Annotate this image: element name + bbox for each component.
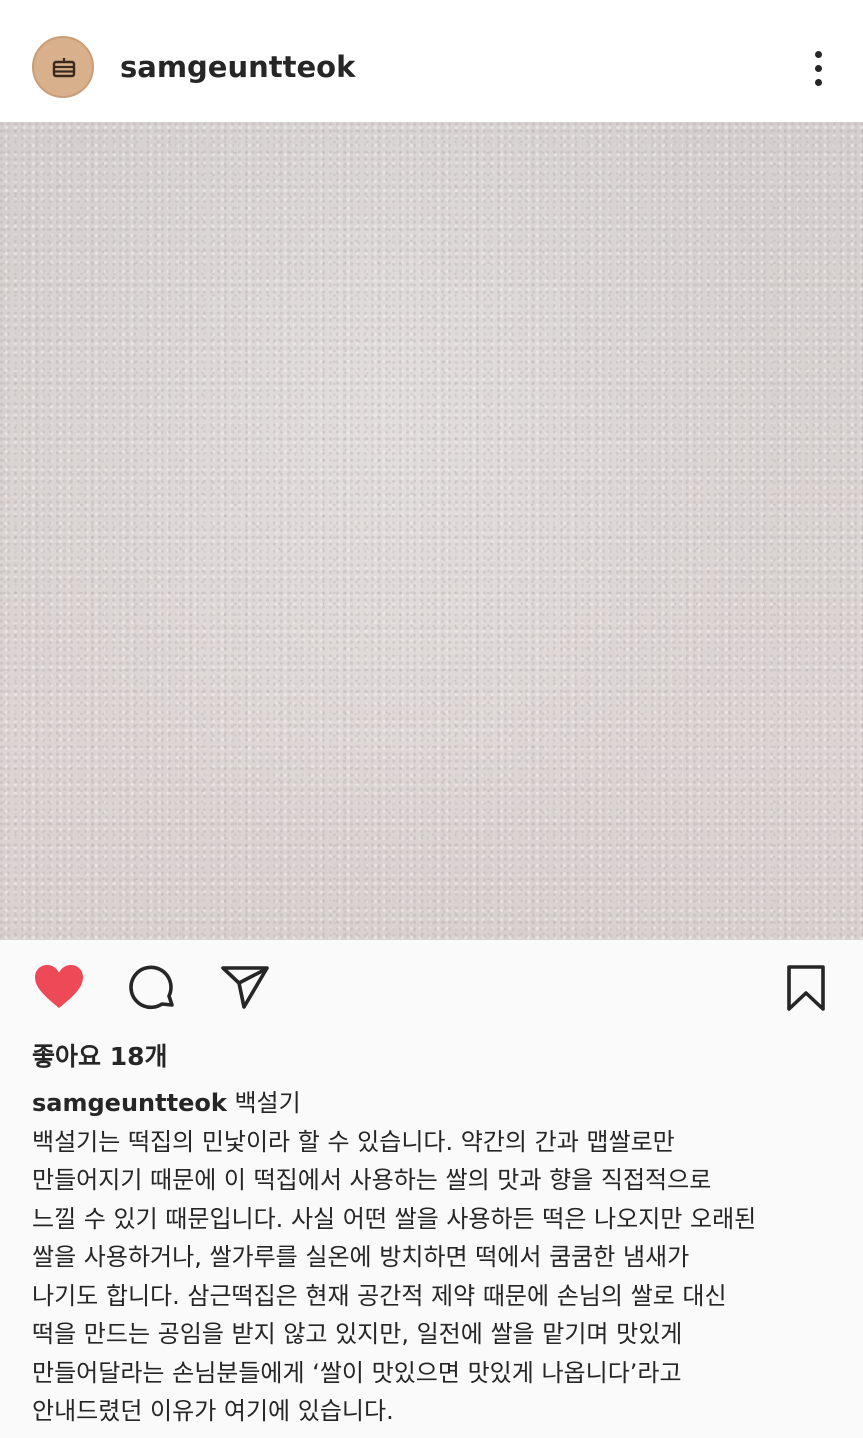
caption-line: 느낄 수 있기 때문입니다. 사실 어떤 쌀을 사용하든 떡은 나오지만 오래된 [32, 1204, 757, 1233]
heart-icon[interactable] [33, 964, 85, 1014]
caption-line: 쌀을 사용하거나, 쌀가루를 실온에 방치하면 떡에서 쿰쿰한 냄새가 [32, 1243, 690, 1271]
caption-line: 떡을 만드는 공임을 받지 않고 있지만, 일전에 쌀을 맡기며 맛있게 [32, 1320, 683, 1348]
post-caption: samgeuntteok 백설기 백설기는 떡집의 민낯이라 할 수 있습니다.… [32, 1084, 842, 1431]
caption-line: 나기도 합니다. 삼근떡집은 현재 공간적 제약 때문에 손님의 쌀로 대신 [32, 1281, 727, 1310]
post-image[interactable] [0, 122, 863, 940]
bookmark-icon[interactable] [784, 964, 828, 1016]
caption-line: 만들어지기 때문에 이 떡집에서 사용하는 쌀의 맛과 향을 직접적으로 [32, 1166, 712, 1194]
caption-header: samgeuntteok 백설기 [32, 1084, 842, 1123]
caption-title: 백설기 [234, 1089, 301, 1117]
caption-line: 백설기는 떡집의 민낯이라 할 수 있습니다. 약간의 간과 맵쌀로만 [32, 1127, 675, 1156]
post-header: samgeuntteok [0, 0, 863, 122]
caption-username[interactable]: samgeuntteok [32, 1089, 227, 1117]
rice-flour-texture [0, 122, 863, 940]
post-action-bar [0, 940, 863, 1030]
send-icon[interactable] [220, 964, 270, 1014]
more-options-icon[interactable] [800, 44, 836, 92]
like-count[interactable]: 좋아요 18개 [32, 1038, 168, 1076]
profile-avatar[interactable] [32, 36, 94, 98]
rice-cake-icon [52, 58, 76, 78]
caption-line: 만들어달라는 손님분들에게 ‘쌀이 맛있으면 맛있게 나옵니다’라고 [32, 1358, 682, 1387]
comment-icon[interactable] [128, 964, 178, 1018]
post-author-username[interactable]: samgeuntteok [120, 46, 355, 88]
caption-line: 안내드렸던 이유가 여기에 있습니다. [32, 1397, 394, 1425]
